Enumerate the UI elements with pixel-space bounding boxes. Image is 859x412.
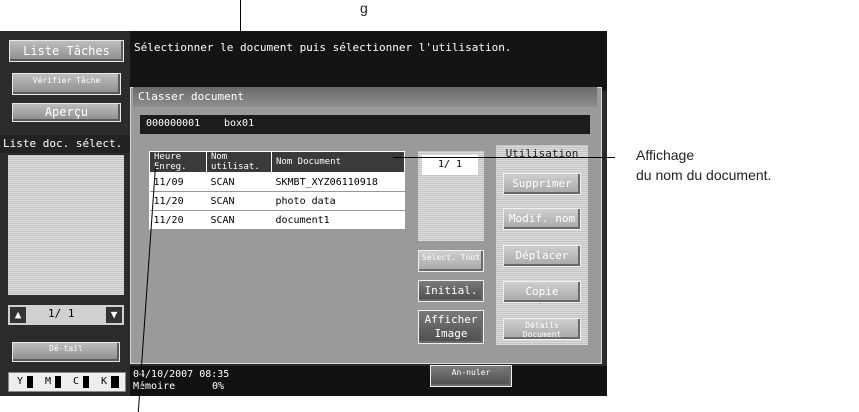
left-page-count: 1/ 1: [48, 307, 75, 320]
box-number: 000000001: [146, 118, 201, 129]
callout-text-line2: du nom du document.: [636, 167, 772, 183]
usage-title: Utilisation: [505, 147, 579, 160]
table-row[interactable]: 11/09 SCAN SKMBT_XYZ06110918: [149, 172, 405, 192]
table-row[interactable]: 11/20 SCAN photo data: [149, 191, 405, 211]
selected-docs-label: Liste doc. sélect.: [0, 135, 131, 153]
toner-y: Y: [17, 376, 24, 387]
row-user: SCAN: [206, 191, 272, 211]
row-user: SCAN: [206, 172, 272, 192]
move-button[interactable]: Déplacer: [503, 245, 581, 267]
toner-c: C: [73, 376, 80, 387]
toner-indicator: Y M C K: [8, 372, 126, 392]
detail-button[interactable]: Dé-tail: [12, 342, 120, 362]
row-doc-name: photo data: [271, 191, 405, 211]
check-job-button[interactable]: Vérifier Tâche: [12, 73, 121, 95]
table-header-row: Heure Enreg. Nom utilisat. Nom Document: [149, 151, 405, 173]
toner-c-level: [83, 376, 89, 388]
rename-button[interactable]: Modif. nom: [503, 208, 581, 230]
row-user: SCAN: [206, 210, 272, 230]
memory-value: 0%: [212, 381, 225, 392]
document-table: Heure Enreg. Nom utilisat. Nom Document …: [149, 151, 405, 230]
toner-k-level: [111, 376, 119, 388]
col-doc-name[interactable]: Nom Document: [271, 151, 405, 173]
instruction-message: Sélectionner le document puis sélectionn…: [134, 41, 512, 54]
job-list-button[interactable]: Liste Tâches: [9, 40, 124, 62]
details-button[interactable]: Détails Document: [503, 318, 581, 340]
cancel-button[interactable]: An-nuler: [430, 365, 512, 387]
toner-m: M: [45, 376, 52, 387]
header-bar: Sélectionner le document puis sélectionn…: [130, 31, 607, 91]
row-doc-name: SKMBT_XYZ06110918: [271, 172, 405, 192]
arrow-up-icon[interactable]: ▲: [10, 307, 26, 323]
reset-button[interactable]: Initial.: [418, 280, 484, 302]
select-all-button[interactable]: Sélect. Tout: [418, 250, 484, 272]
copy-button[interactable]: Copie: [503, 281, 581, 303]
selected-docs-list: [8, 155, 124, 295]
dialog-title-bar: Classer document: [133, 87, 597, 107]
status-bar: 04/10/2007 08:35 Mémoire 0%: [130, 366, 607, 396]
toner-k: K: [101, 376, 108, 387]
arrow-down-icon[interactable]: ▼: [106, 307, 122, 323]
callout-top-text: g: [360, 0, 368, 16]
box-info-bar: 000000001 box01: [140, 115, 590, 134]
show-image-button[interactable]: Afficher Image: [418, 310, 484, 344]
table-pager-area: 1/ 1: [418, 151, 484, 241]
left-pager: ▲ 1/ 1 ▼: [8, 305, 124, 325]
table-row[interactable]: 11/20 SCAN document1: [149, 210, 405, 230]
box-name: box01: [224, 118, 255, 129]
preview-button[interactable]: Aperçu: [12, 103, 121, 122]
row-time: 11/20: [149, 191, 207, 211]
datetime: 04/10/2007 08:35: [133, 369, 230, 380]
toner-y-level: [27, 376, 33, 388]
col-time[interactable]: Heure Enreg.: [149, 151, 207, 173]
row-time: 11/20: [149, 210, 207, 230]
callout-text-line1: Affichage: [636, 147, 695, 163]
delete-button[interactable]: Supprimer: [503, 173, 581, 195]
callout-line-right: [393, 157, 615, 158]
dialog-title: Classer document: [138, 90, 244, 103]
col-user[interactable]: Nom utilisat.: [206, 151, 272, 173]
toner-m-level: [55, 376, 61, 388]
table-page-count: 1/ 1: [422, 155, 478, 175]
row-time: 11/09: [149, 172, 207, 192]
row-doc-name: document1: [271, 210, 405, 230]
